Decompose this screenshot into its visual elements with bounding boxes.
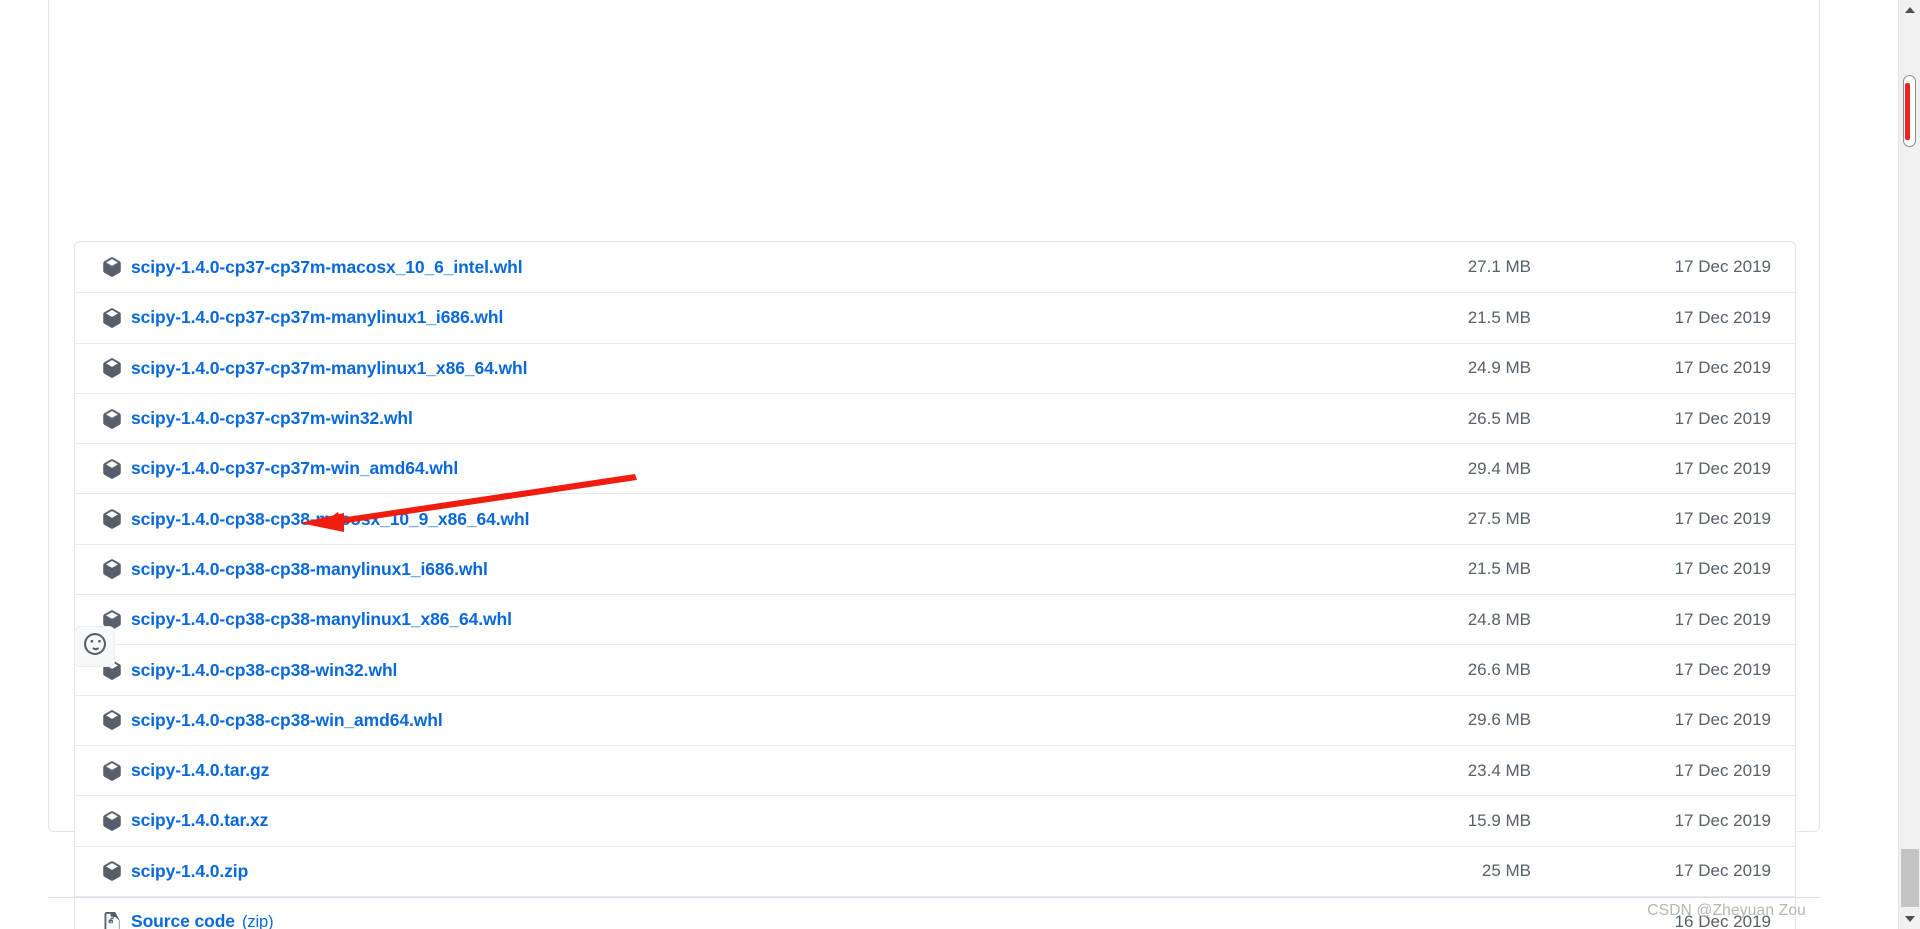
table-row[interactable]: scipy-1.4.0.tar.xz 15.9 MB 17 Dec 2019 — [75, 795, 1795, 846]
asset-size: 21.5 MB — [1467, 307, 1531, 327]
asset-name-link[interactable]: Source code (zip) — [131, 911, 1321, 929]
package-icon — [101, 860, 123, 882]
asset-name-suffix: (zip) — [241, 913, 274, 929]
asset-date: 17 Dec 2019 — [1674, 861, 1771, 881]
package-icon — [101, 558, 123, 580]
package-icon — [101, 810, 123, 832]
table-row[interactable]: scipy-1.4.0-cp38-cp38-win32.whl 26.6 MB 17… — [75, 644, 1795, 695]
vertical-scrollbar[interactable] — [1898, 0, 1920, 929]
table-row[interactable]: scipy-1.4.0-cp38-cp38-macosx_10_9_x86_64… — [75, 493, 1795, 544]
asset-name-link[interactable]: scipy-1.4.0-cp38-cp38-win32.whl — [131, 660, 1321, 681]
asset-name-link[interactable]: scipy-1.4.0-cp37-cp37m-win32.whl — [131, 408, 1321, 429]
asset-name-link[interactable]: scipy-1.4.0.tar.gz — [131, 760, 1321, 781]
release-assets-list: scipy-1.4.0-cp37-cp37m-macosx_10_6_intel… — [74, 241, 1796, 929]
table-row[interactable]: Source code (zip) 16 Dec 2019 — [75, 895, 1795, 929]
table-row[interactable]: scipy-1.4.0-cp37-cp37m-macosx_10_6_intel… — [75, 242, 1795, 293]
browser-page: scipy-1.4.0-cp37-cp37m-macosx_10_6_intel… — [0, 0, 1920, 929]
file-zip-icon — [101, 911, 123, 929]
asset-date: 17 Dec 2019 — [1674, 810, 1771, 830]
table-row[interactable]: scipy-1.4.0.zip 25 MB 17 Dec 2019 — [75, 845, 1795, 896]
asset-date: 17 Dec 2019 — [1674, 710, 1771, 730]
asset-name-link[interactable]: scipy-1.4.0-cp37-cp37m-manylinux1_i686.w… — [131, 307, 1321, 328]
asset-name-link[interactable]: scipy-1.4.0-cp37-cp37m-macosx_10_6_intel… — [131, 257, 1321, 278]
asset-size: 23.4 MB — [1467, 760, 1531, 780]
table-row[interactable]: scipy-1.4.0-cp38-cp38-manylinux1_i686.wh… — [75, 543, 1795, 595]
table-row[interactable]: scipy-1.4.0-cp37-cp37m-win32.whl 26.5 MB 1… — [75, 392, 1795, 444]
footer-divider — [48, 897, 1820, 898]
asset-date: 17 Dec 2019 — [1674, 609, 1771, 629]
package-icon — [101, 508, 123, 530]
table-row[interactable]: scipy-1.4.0.tar.gz 23.4 MB 17 Dec 2019 — [75, 744, 1795, 796]
page-viewport: scipy-1.4.0-cp37-cp37m-macosx_10_6_intel… — [0, 0, 1898, 929]
asset-size: 24.8 MB — [1467, 609, 1531, 629]
asset-size: 27.5 MB — [1467, 509, 1531, 529]
scrollbar-track-lower[interactable] — [1901, 849, 1919, 907]
asset-size: 26.5 MB — [1467, 408, 1531, 428]
table-row[interactable]: scipy-1.4.0-cp37-cp37m-manylinux1_x86_64… — [75, 342, 1795, 393]
table-row[interactable]: scipy-1.4.0-cp38-cp38-manylinux1_x86_64.… — [75, 594, 1795, 645]
asset-date: 17 Dec 2019 — [1674, 358, 1771, 378]
package-icon — [101, 408, 123, 430]
asset-size: 21.5 MB — [1467, 559, 1531, 579]
asset-name-link[interactable]: scipy-1.4.0-cp38-cp38-manylinux1_x86_64.… — [131, 609, 1321, 630]
asset-date: 17 Dec 2019 — [1674, 509, 1771, 529]
asset-size: 26.6 MB — [1467, 660, 1531, 680]
package-icon — [101, 458, 123, 480]
scrollbar-highlight-mark — [1904, 83, 1910, 140]
package-icon — [101, 357, 123, 379]
csdn-watermark: CSDN @Zheyuan Zou — [1647, 902, 1806, 919]
asset-name-link[interactable]: scipy-1.4.0-cp37-cp37m-manylinux1_x86_64… — [131, 358, 1321, 379]
asset-size: 27.1 MB — [1467, 257, 1531, 277]
table-row[interactable]: scipy-1.4.0-cp37-cp37m-win_amd64.whl 29.4… — [75, 443, 1795, 494]
asset-name-link[interactable]: scipy-1.4.0-cp38-cp38-macosx_10_9_x86_64… — [131, 509, 1321, 530]
asset-date: 17 Dec 2019 — [1674, 458, 1771, 478]
table-row[interactable]: scipy-1.4.0-cp38-cp38-win_amd64.whl 29.6 … — [75, 694, 1795, 745]
package-icon — [101, 307, 123, 329]
release-card: scipy-1.4.0-cp37-cp37m-macosx_10_6_intel… — [48, 0, 1820, 929]
asset-size: 29.4 MB — [1467, 458, 1531, 478]
add-reaction-button[interactable] — [74, 626, 115, 667]
reactions-area — [74, 626, 115, 667]
package-icon — [101, 709, 123, 731]
table-row[interactable]: scipy-1.4.0-cp37-cp37m-manylinux1_i686.w… — [75, 292, 1795, 343]
scroll-down-arrow-icon[interactable] — [1899, 909, 1920, 929]
asset-size: 24.9 MB — [1467, 358, 1531, 378]
asset-date: 17 Dec 2019 — [1674, 307, 1771, 327]
asset-size: 15.9 MB — [1467, 810, 1531, 830]
asset-name-link[interactable]: scipy-1.4.0.tar.xz — [131, 810, 1321, 831]
asset-date: 17 Dec 2019 — [1674, 257, 1771, 277]
smiley-icon — [83, 633, 106, 660]
package-icon — [101, 256, 123, 278]
asset-date: 17 Dec 2019 — [1674, 408, 1771, 428]
asset-name-link[interactable]: scipy-1.4.0-cp37-cp37m-win_amd64.whl — [131, 458, 1321, 479]
asset-name-link[interactable]: scipy-1.4.0-cp38-cp38-manylinux1_i686.wh… — [131, 559, 1321, 580]
asset-size: 29.6 MB — [1467, 710, 1531, 730]
asset-date: 17 Dec 2019 — [1674, 760, 1771, 780]
asset-name-link[interactable]: scipy-1.4.0.zip — [131, 861, 1321, 882]
asset-name-link[interactable]: scipy-1.4.0-cp38-cp38-win_amd64.whl — [131, 710, 1321, 731]
asset-size: 25 MB — [1481, 861, 1531, 881]
asset-date: 17 Dec 2019 — [1674, 660, 1771, 680]
scroll-up-arrow-icon[interactable] — [1899, 0, 1920, 20]
package-icon — [101, 760, 123, 782]
asset-date: 17 Dec 2019 — [1674, 559, 1771, 579]
